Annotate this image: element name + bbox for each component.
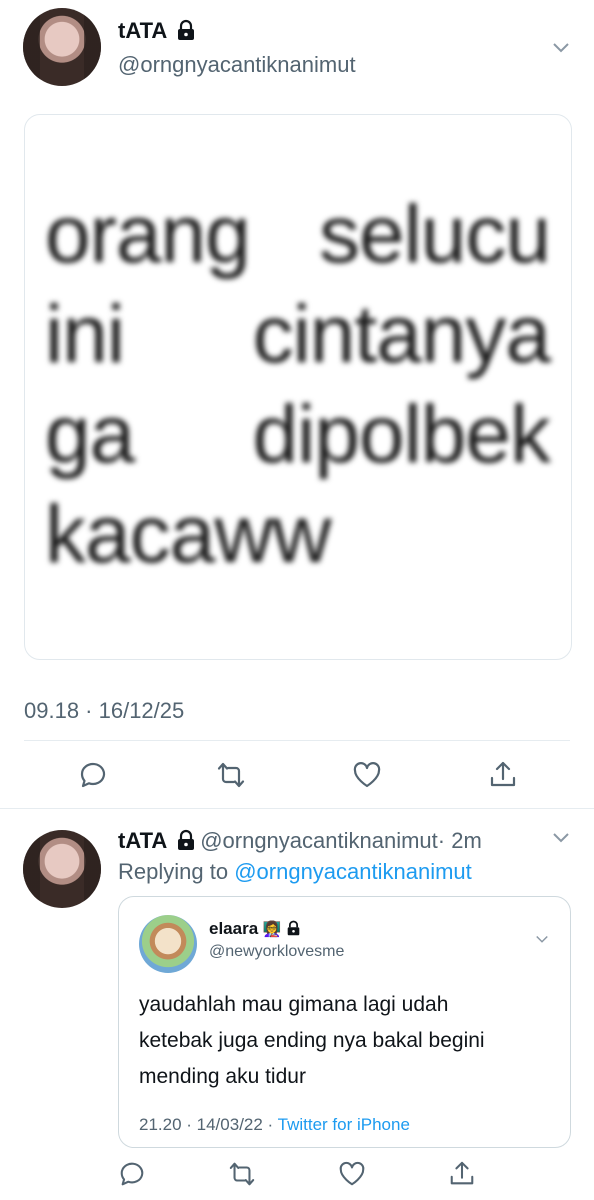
replying-to-label: Replying to bbox=[118, 859, 229, 884]
quote-text: yaudahlah mau gimana lagi udah ketebak j… bbox=[139, 987, 485, 1095]
tweet-timestamp[interactable]: 09.18 · 16/12/25 bbox=[24, 698, 184, 724]
reply-avatar[interactable] bbox=[23, 830, 101, 908]
quote-text-line: mending aku tidur bbox=[139, 1065, 306, 1088]
reply-author-handle[interactable]: @orngnyacantiknanimut bbox=[200, 828, 438, 853]
quote-header: elaara 👩‍🏫 bbox=[209, 919, 301, 941]
image-word: kacaww bbox=[45, 489, 332, 580]
share-icon[interactable] bbox=[488, 760, 518, 790]
quote-avatar[interactable] bbox=[139, 915, 197, 973]
image-text-line: ini cintanya bbox=[45, 285, 551, 385]
divider bbox=[24, 740, 570, 741]
quote-source[interactable]: Twitter for iPhone bbox=[278, 1115, 410, 1134]
image-word: ga bbox=[45, 389, 135, 480]
author-header: tATA bbox=[118, 18, 196, 44]
author-name[interactable]: tATA bbox=[118, 18, 167, 43]
lock-icon bbox=[286, 920, 301, 941]
reply-icon[interactable] bbox=[78, 760, 108, 790]
quote-text-line: yaudahlah mau gimana lagi udah bbox=[139, 993, 449, 1016]
image-word: dipolbek bbox=[252, 389, 551, 480]
chevron-down-icon[interactable] bbox=[535, 935, 549, 944]
reply-author-name[interactable]: tATA bbox=[118, 828, 167, 853]
author-avatar[interactable] bbox=[23, 8, 101, 86]
quoted-tweet[interactable]: elaara 👩‍🏫 @newyorklovesme yaudahlah mau… bbox=[118, 896, 571, 1148]
quote-meta: 21.20 · 14/03/22 · Twitter for iPhone bbox=[139, 1115, 410, 1135]
quote-author-name[interactable]: elaara bbox=[209, 919, 258, 938]
like-icon[interactable] bbox=[352, 760, 382, 790]
replying-to-handle[interactable]: @orngnyacantiknanimut bbox=[234, 859, 472, 884]
share-icon[interactable] bbox=[448, 1160, 476, 1188]
image-text: orang selucu ini cintanya ga dipolbek kacaw… bbox=[45, 185, 551, 585]
chevron-down-icon[interactable] bbox=[552, 832, 570, 844]
author-handle[interactable]: @orngnyacantiknanimut bbox=[118, 52, 356, 78]
image-word: ini bbox=[45, 289, 125, 380]
retweet-icon[interactable] bbox=[216, 760, 246, 790]
reply-time: · 2m bbox=[437, 828, 482, 853]
retweet-icon[interactable] bbox=[228, 1160, 256, 1188]
reply-header: tATA @orngnyacantiknanimut· 2m bbox=[118, 828, 482, 854]
image-text-line: ga dipolbek bbox=[45, 385, 551, 485]
replying-to: Replying to @orngnyacantiknanimut bbox=[118, 859, 472, 885]
quote-timestamp[interactable]: 21.20 · 14/03/22 · bbox=[139, 1115, 273, 1134]
like-icon[interactable] bbox=[338, 1160, 366, 1188]
quote-author-emoji: 👩‍🏫 bbox=[262, 921, 282, 938]
quote-author-handle[interactable]: @newyorklovesme bbox=[209, 943, 344, 961]
quote-text-line: ketebak juga ending nya bakal begini bbox=[139, 1029, 485, 1052]
tweet-image[interactable]: orang selucu ini cintanya ga dipolbek kacaw… bbox=[24, 114, 572, 660]
lock-icon bbox=[176, 19, 196, 41]
image-word: orang bbox=[45, 189, 251, 280]
chevron-down-icon[interactable] bbox=[552, 42, 570, 54]
lock-icon bbox=[176, 829, 196, 851]
image-word: selucu bbox=[318, 189, 551, 280]
image-word: cintanya bbox=[252, 289, 551, 380]
reply-icon[interactable] bbox=[118, 1160, 146, 1188]
divider bbox=[0, 808, 594, 809]
image-text-line: orang selucu bbox=[45, 185, 551, 285]
image-text-line: kacaww bbox=[45, 485, 550, 585]
